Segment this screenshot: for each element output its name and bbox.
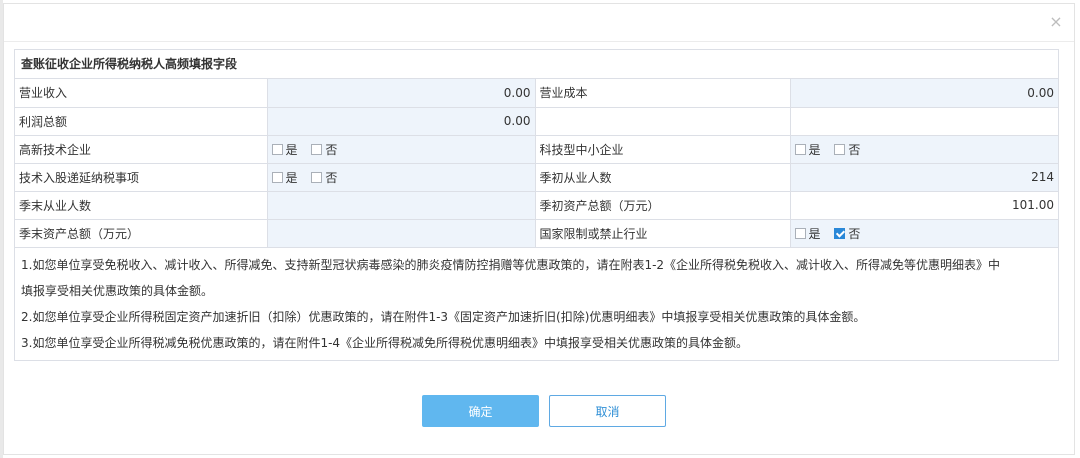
- end-assets-input[interactable]: [266, 218, 536, 248]
- tech-share-no-option[interactable]: 否: [311, 169, 337, 186]
- start-employees-input[interactable]: 214: [789, 162, 1058, 192]
- confirm-button[interactable]: 确定: [422, 395, 539, 427]
- field-label: 营业成本: [534, 79, 791, 108]
- tech-share-yes-option[interactable]: 是: [271, 169, 298, 186]
- empty-cell: [789, 106, 1058, 136]
- cost-input[interactable]: 0.00: [789, 79, 1058, 108]
- table-row: 利润总额 0.00: [15, 106, 1058, 136]
- high-tech-yes-option[interactable]: 是: [271, 141, 298, 158]
- field-label: 利润总额: [15, 106, 268, 136]
- total-profit-input[interactable]: 0.00: [266, 106, 536, 136]
- notes-panel: 1.如您单位享受免税收入、减计收入、所得减免、支持新型冠状病毒感染的肺炎疫情防控…: [15, 248, 1058, 360]
- field-label: 国家限制或禁止行业: [534, 218, 791, 248]
- field-label: 营业收入: [15, 79, 268, 108]
- field-label: 科技型中小企业: [534, 134, 791, 164]
- option-label: 否: [325, 142, 338, 157]
- table-row: 高新技术企业 是 否 科技型中小企业 是 否: [15, 134, 1058, 164]
- field-label: 技术入股递延纳税事项: [15, 162, 268, 192]
- form-panel: 查账征收企业所得税纳税人高频填报字段 营业收入 0.00 营业成本 0.00 利…: [14, 49, 1059, 361]
- table-row: 季末从业人数 季初资产总额（万元） 101.00: [15, 190, 1058, 220]
- tech-share-options: 是 否: [266, 162, 536, 192]
- header-divider: [4, 41, 1074, 42]
- checkbox-icon[interactable]: [271, 171, 283, 183]
- sci-sme-yes-option[interactable]: 是: [794, 141, 821, 158]
- empty-cell: [534, 106, 791, 136]
- restricted-no-option[interactable]: 否: [834, 225, 860, 242]
- checkbox-icon[interactable]: [794, 227, 806, 239]
- high-tech-no-option[interactable]: 否: [311, 141, 337, 158]
- sci-sme-no-option[interactable]: 否: [834, 141, 860, 158]
- option-label: 否: [848, 226, 861, 241]
- option-label: 是: [285, 170, 298, 185]
- field-label: 季末从业人数: [15, 190, 268, 220]
- option-label: 是: [808, 226, 821, 241]
- note-line: 3.如您单位享受企业所得税减免税优惠政策的，请在附件1-4《企业所得税减免所得税…: [21, 335, 749, 350]
- cancel-button[interactable]: 取消: [549, 395, 666, 427]
- table-row: 季末资产总额（万元） 国家限制或禁止行业 是 否: [15, 218, 1058, 248]
- close-icon[interactable]: ×: [1048, 14, 1064, 30]
- restricted-industry-options: 是 否: [789, 218, 1058, 248]
- high-tech-options: 是 否: [266, 134, 536, 164]
- form-title: 查账征收企业所得税纳税人高频填报字段: [15, 50, 1058, 79]
- option-label: 否: [848, 142, 861, 157]
- checkbox-icon[interactable]: [271, 143, 283, 155]
- option-label: 否: [325, 170, 338, 185]
- field-label: 季末资产总额（万元）: [15, 218, 268, 248]
- checkbox-icon[interactable]: [311, 143, 323, 155]
- form-grid: 营业收入 0.00 营业成本 0.00 利润总额 0.00 高新技术企业 是 否…: [15, 79, 1058, 248]
- checkbox-icon[interactable]: [834, 143, 846, 155]
- option-label: 是: [808, 142, 821, 157]
- dialog: × 查账征收企业所得税纳税人高频填报字段 营业收入 0.00 营业成本 0.00…: [3, 3, 1075, 455]
- table-row: 营业收入 0.00 营业成本 0.00: [15, 79, 1058, 108]
- field-label: 季初从业人数: [534, 162, 791, 192]
- option-label: 是: [285, 142, 298, 157]
- checkbox-icon[interactable]: [834, 227, 846, 239]
- revenue-input[interactable]: 0.00: [266, 79, 536, 108]
- field-label: 季初资产总额（万元）: [534, 190, 791, 220]
- checkbox-icon[interactable]: [794, 143, 806, 155]
- start-assets-input[interactable]: 101.00: [789, 190, 1058, 220]
- sci-sme-options: 是 否: [789, 134, 1058, 164]
- note-line: 1.如您单位享受免税收入、减计收入、所得减免、支持新型冠状病毒感染的肺炎疫情防控…: [21, 257, 1001, 272]
- checkbox-icon[interactable]: [311, 171, 323, 183]
- end-employees-input[interactable]: [266, 190, 536, 220]
- note-line: 填报享受相关优惠政策的具体金额。: [21, 283, 214, 298]
- note-line: 2.如您单位享受企业所得税固定资产加速折旧（扣除）优惠政策的，请在附件1-3《固…: [21, 309, 866, 324]
- table-row: 技术入股递延纳税事项 是 否 季初从业人数 214: [15, 162, 1058, 192]
- restricted-yes-option[interactable]: 是: [794, 225, 821, 242]
- field-label: 高新技术企业: [15, 134, 268, 164]
